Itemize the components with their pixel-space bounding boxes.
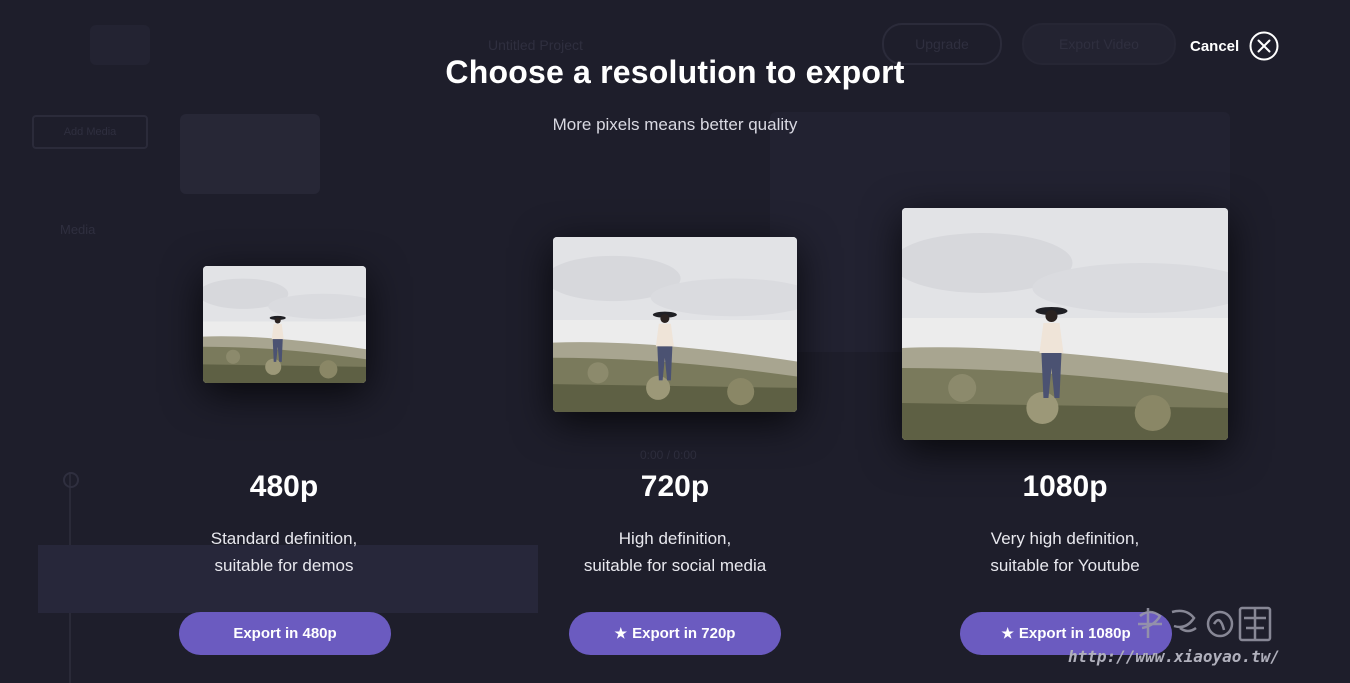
export-720p-label: Export in 720p (632, 625, 736, 642)
resolution-label-1080p: 1080p (1022, 470, 1108, 503)
export-480p-button[interactable]: Export in 480p (179, 612, 391, 655)
modal-title: Choose a resolution to export (445, 54, 905, 90)
preview-image-720p (553, 237, 797, 412)
star-icon: ★ (1001, 625, 1014, 641)
field-woman-photo (553, 237, 797, 412)
star-icon: ★ (614, 625, 628, 641)
preview-image-1080p (902, 208, 1228, 440)
export-resolution-modal: Cancel Choose a resolution to export Mor… (0, 0, 1350, 683)
description-line1: High definition, (618, 529, 732, 548)
site-watermark-logo: http://www.xiaoyao.tw/ (1068, 606, 1280, 666)
watermark-url: http://www.xiaoyao.tw/ (1068, 647, 1280, 666)
description-line1: Very high definition, (990, 529, 1140, 548)
modal-subtitle: More pixels means better quality (552, 115, 798, 134)
description-line1: Standard definition, (210, 529, 358, 548)
description-line2: suitable for demos (214, 556, 354, 575)
export-720p-button[interactable]: ★ Export in 720p (569, 612, 781, 655)
field-woman-photo (203, 266, 366, 383)
description-line2: suitable for Youtube (990, 556, 1140, 575)
description-480p: Standard definition, suitable for demos (134, 525, 434, 579)
resolution-label-480p: 480p (249, 470, 319, 503)
resolution-label-720p: 720p (640, 470, 710, 503)
description-1080p: Very high definition, suitable for Youtu… (915, 525, 1215, 579)
description-720p: High definition, suitable for social med… (525, 525, 825, 579)
cancel-label: Cancel (1190, 37, 1240, 55)
description-line2: suitable for social media (583, 556, 767, 575)
preview-image-480p (203, 266, 366, 383)
export-480p-label: Export in 480p (233, 625, 337, 642)
field-woman-photo (902, 208, 1228, 440)
